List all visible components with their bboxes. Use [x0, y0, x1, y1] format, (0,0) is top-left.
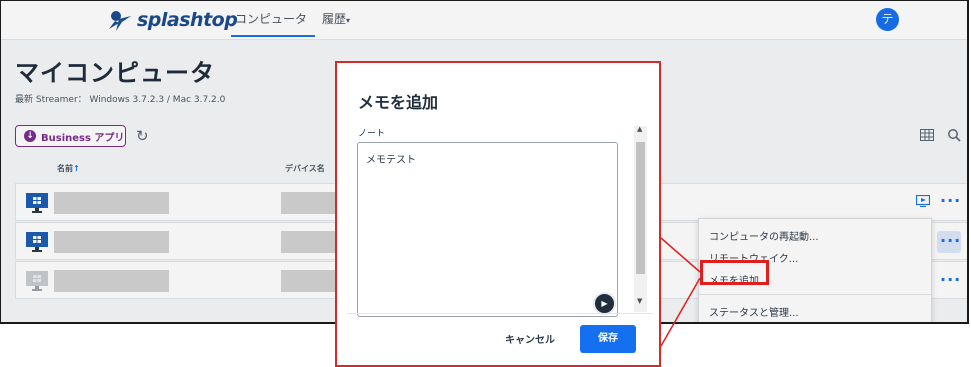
grammar-assistant-icon[interactable]: ▶	[593, 292, 616, 315]
scroll-down-arrow-icon[interactable]: ▼	[637, 297, 642, 305]
dialog-title: メモを追加	[358, 93, 439, 112]
highlight-box	[700, 260, 769, 285]
cancel-button[interactable]: キャンセル	[505, 331, 555, 346]
dialog-footer-divider	[347, 313, 653, 314]
scrollbar-thumb[interactable]	[636, 142, 645, 274]
note-field-label: ノート	[358, 129, 386, 139]
scroll-up-arrow-icon[interactable]: ▲	[637, 125, 642, 133]
note-textarea[interactable]: メモテスト	[357, 142, 618, 317]
add-memo-dialog: メモを追加 ノート メモテスト ▶ ▲ ▼ キャンセル 保存	[335, 61, 661, 367]
save-button[interactable]: 保存	[580, 325, 636, 353]
